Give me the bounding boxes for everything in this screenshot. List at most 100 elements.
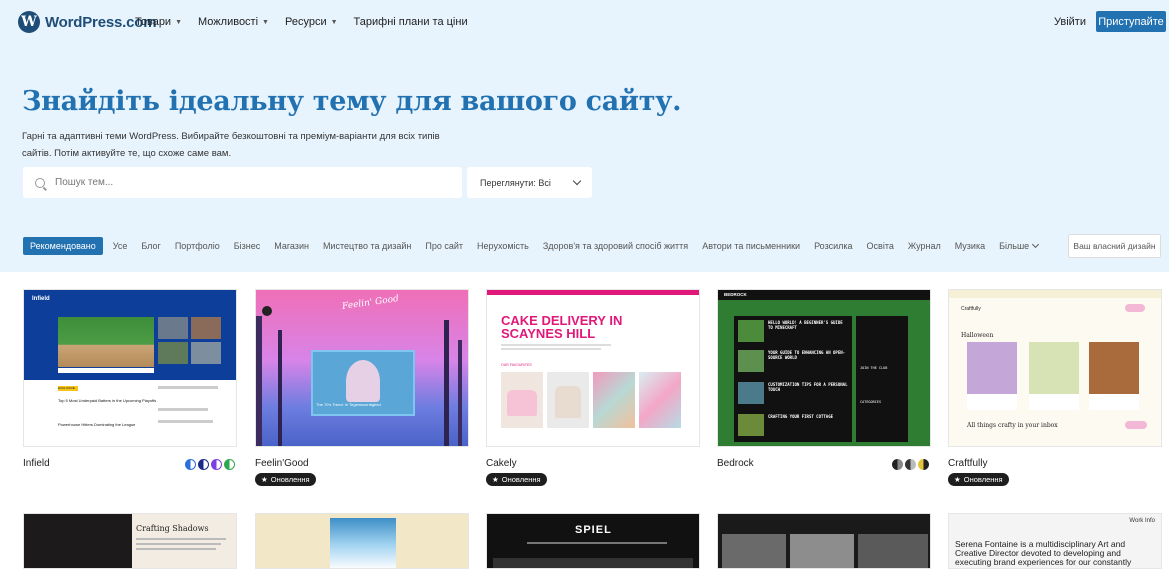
- style-swatch[interactable]: [211, 459, 222, 470]
- style-swatch[interactable]: [185, 459, 196, 470]
- tab-blog[interactable]: Блог: [141, 241, 160, 251]
- style-variations: [185, 459, 235, 470]
- theme-card-craftfully[interactable]: Craftfully Halloween All things crafty i…: [948, 289, 1162, 487]
- star-icon: ★: [954, 475, 961, 484]
- caret-down-icon: ▼: [262, 18, 269, 26]
- theme-preview-infield[interactable]: Infield EXCLUSIVE Top 5 Most Underpaid B…: [23, 289, 237, 447]
- tab-recommended[interactable]: Рекомендовано: [23, 237, 103, 255]
- theme-card-feelin-good[interactable]: Feelin' Good The 70's Trend: In Tegenwoo…: [255, 289, 469, 487]
- tab-magazine[interactable]: Журнал: [908, 241, 941, 251]
- search-input[interactable]: [55, 177, 435, 188]
- preview-brand: Craftfully: [961, 306, 981, 312]
- preview-footer: All things crafty in your inbox: [967, 422, 1058, 429]
- theme-preview-cakely[interactable]: CAKE DELIVERY IN SCAYNES HILL OUR FAVOUR…: [486, 289, 700, 447]
- tab-education[interactable]: Освіта: [867, 241, 894, 251]
- caret-down-icon: ▼: [175, 18, 183, 26]
- tab-music[interactable]: Музика: [955, 241, 985, 251]
- preview-text: Serena Fontaine is a multidisciplinary A…: [955, 539, 1132, 569]
- tab-newsletter[interactable]: Розсилка: [814, 241, 852, 251]
- caret-down-icon: ▼: [330, 18, 338, 26]
- preview-nav: Work Info: [1129, 518, 1155, 524]
- tab-business[interactable]: Бізнес: [234, 241, 261, 251]
- star-icon: ★: [261, 475, 268, 484]
- theme-preview-sky[interactable]: [255, 513, 469, 569]
- theme-search-box[interactable]: [23, 167, 462, 198]
- page-subtitle: Гарні та адаптивні теми WordPress. Вибир…: [22, 131, 440, 159]
- nav-products[interactable]: Товари ▼: [135, 16, 182, 28]
- nav-features[interactable]: Можливості ▼: [198, 16, 269, 28]
- own-design-button[interactable]: Ваш власний дизайн: [1068, 234, 1161, 258]
- view-filter-label: Переглянути: Всі: [480, 177, 551, 188]
- main-menu: Товари ▼ Можливості ▼ Ресурси ▼ Тарифні пла…: [135, 16, 468, 28]
- tab-all[interactable]: Усе: [113, 241, 128, 251]
- preview-heading: Halloween: [961, 332, 994, 339]
- tab-real-estate[interactable]: Нерухомість: [477, 241, 529, 251]
- tab-about[interactable]: Про сайт: [425, 241, 463, 251]
- style-variations: [892, 459, 929, 470]
- preview-post-2: YOUR GUIDE TO ENHANCING AN OPEN-SOURCE W…: [768, 350, 846, 360]
- update-badge: ★ Оновлення: [255, 473, 316, 486]
- login-link[interactable]: Увійти: [1054, 16, 1086, 28]
- preview-sidebar-1: JOIN THE CLUB: [860, 366, 888, 370]
- update-badge-label: Оновлення: [963, 475, 1003, 484]
- tab-health[interactable]: Здоров'я та здоровий спосіб життя: [543, 241, 688, 251]
- page-title: Знайдіть ідеальну тему для вашого сайту.: [22, 86, 682, 117]
- preview-post-4: CRAFTING YOUR FIRST COTTAGE: [768, 414, 834, 419]
- preview-headline-1: Top 5 Most Underpaid Batters in the Upco…: [58, 398, 157, 403]
- preview-brand: SPIEL: [575, 524, 612, 536]
- update-badge-label: Оновлення: [501, 475, 541, 484]
- preview-label: EXCLUSIVE: [58, 386, 78, 391]
- style-swatch[interactable]: [198, 459, 209, 470]
- tab-more-label: Більше: [999, 241, 1030, 251]
- update-badge-label: Оновлення: [270, 475, 310, 484]
- nav-resources[interactable]: Ресурси ▼: [285, 16, 338, 28]
- preview-sidebar-2: CATEGORIES: [860, 400, 882, 404]
- theme-preview-spiel[interactable]: SPIEL: [486, 513, 700, 569]
- search-icon: [35, 177, 45, 188]
- theme-preview-craftfully[interactable]: Craftfully Halloween All things crafty i…: [948, 289, 1162, 447]
- style-swatch[interactable]: [918, 459, 929, 470]
- view-filter-select[interactable]: Переглянути: Всі: [467, 167, 592, 198]
- chevron-down-icon: [1032, 240, 1040, 249]
- theme-card-cakely[interactable]: CAKE DELIVERY IN SCAYNES HILL OUR FAVOUR…: [486, 289, 700, 487]
- tab-more[interactable]: Більше: [999, 240, 1040, 251]
- preview-post-1: HELLO WORLD! A BEGINNER'S GUIDE TO MINEC…: [768, 320, 843, 330]
- tab-art-design[interactable]: Мистецтво та дизайн: [323, 241, 411, 251]
- preview-title: Crafting Shadows: [136, 524, 209, 533]
- preview-post-3: CUSTOMIZATION TIPS FOR A PERSONAL TOUCH: [768, 382, 848, 392]
- style-swatch[interactable]: [905, 459, 916, 470]
- category-tabs: Рекомендовано Усе Блог Портфоліо Бізнес …: [23, 236, 1052, 256]
- tab-portfolio[interactable]: Портфоліо: [175, 241, 220, 251]
- preview-brand: Infield: [32, 296, 50, 302]
- nav-pricing[interactable]: Тарифні плани та ціни: [354, 16, 468, 28]
- preview-headline-2: Powerhouse Hitters Dominating the League: [58, 422, 136, 427]
- nav-pricing-label: Тарифні плани та ціни: [353, 16, 468, 28]
- update-badge: ★ Оновлення: [486, 473, 547, 486]
- preview-caption: The 70's Trend: In Tegenwoordighed: [316, 402, 381, 407]
- preview-brand: BEDROCK: [724, 292, 747, 297]
- update-badge: ★ Оновлення: [948, 473, 1009, 486]
- preview-headline: CAKE DELIVERY IN SCAYNES HILL: [501, 313, 623, 341]
- nav-features-label: Можливості: [198, 16, 259, 28]
- style-swatch[interactable]: [892, 459, 903, 470]
- theme-preview-bedrock[interactable]: BEDROCK HELLO WORLD! A BEGINNER'S GUIDE …: [717, 289, 931, 447]
- theme-name[interactable]: Cakely: [486, 458, 700, 469]
- style-swatch[interactable]: [224, 459, 235, 470]
- theme-preview-crafting-shadows[interactable]: Crafting Shadows: [23, 513, 237, 569]
- get-started-button[interactable]: Приступайте: [1096, 11, 1166, 32]
- tab-store[interactable]: Магазин: [274, 241, 309, 251]
- theme-name[interactable]: Feelin'Good: [255, 458, 469, 469]
- theme-preview-photo[interactable]: [717, 513, 931, 569]
- theme-preview-serena[interactable]: Work Info Serena Fontaine is a multidisc…: [948, 513, 1162, 569]
- star-icon: ★: [492, 475, 499, 484]
- theme-card-bedrock[interactable]: BEDROCK HELLO WORLD! A BEGINNER'S GUIDE …: [717, 289, 931, 470]
- theme-name[interactable]: Craftfully: [948, 458, 1162, 469]
- chevron-down-icon: [572, 176, 582, 185]
- preview-script-title: Feelin' Good: [341, 294, 400, 312]
- tab-authors[interactable]: Автори та письменники: [702, 241, 800, 251]
- nav-products-label: Товари: [135, 16, 172, 28]
- preview-section: OUR FAVOURITES: [501, 363, 532, 367]
- theme-card-infield[interactable]: Infield EXCLUSIVE Top 5 Most Underpaid B…: [23, 289, 237, 470]
- nav-resources-label: Ресурси: [284, 16, 327, 28]
- theme-preview-feelin-good[interactable]: Feelin' Good The 70's Trend: In Tegenwoo…: [255, 289, 469, 447]
